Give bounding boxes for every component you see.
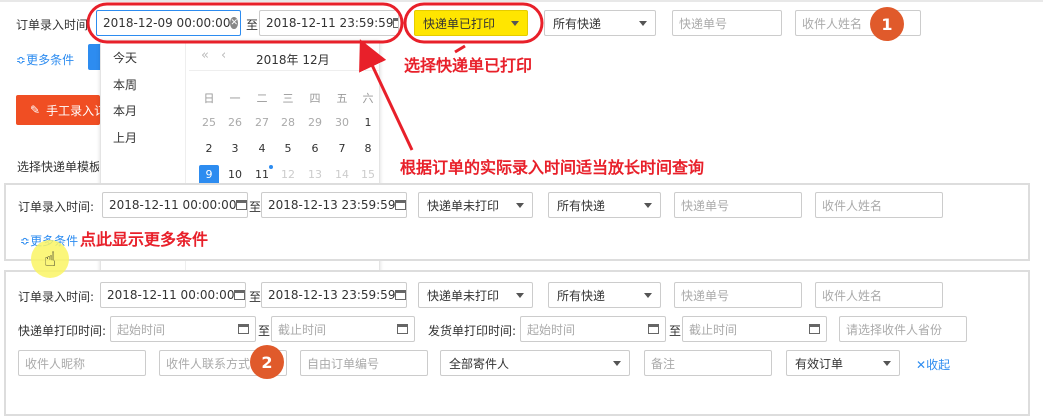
highlight-ring-print-status (403, 2, 544, 44)
annotation-show-more: 点此显示更多条件 (80, 230, 209, 249)
highlight-ring-dates (86, 2, 404, 44)
step-badge-1: 1 (870, 7, 904, 41)
annotation-extend-time: 根据订单的实际录入时间适当放长时间查询 (400, 158, 705, 177)
step-badge-2: 2 (250, 345, 284, 379)
hand-cursor-icon: ☝ (44, 247, 57, 271)
annotation-select-printed: 选择快递单已打印 (404, 56, 533, 75)
